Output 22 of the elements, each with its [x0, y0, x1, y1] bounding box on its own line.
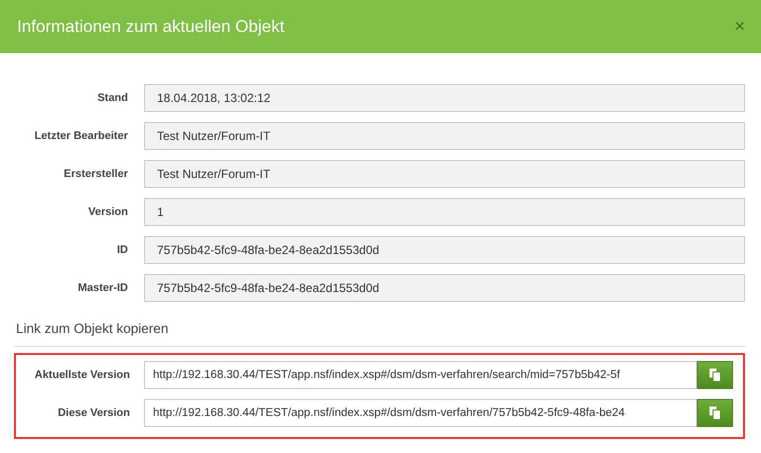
field-label: Erstersteller — [62, 168, 129, 180]
field-label: Master-ID — [76, 282, 129, 294]
text-field[interactable]: 18.04.2018, 13:02:12 — [144, 84, 745, 112]
field-label: ID — [116, 244, 129, 256]
text-field[interactable]: Test Nutzer/Forum-IT — [144, 160, 745, 188]
section-title: Link zum Objekt kopieren — [14, 321, 745, 347]
text-field[interactable]: Test Nutzer/Forum-IT — [144, 122, 745, 150]
copy-button[interactable] — [697, 399, 733, 427]
field-label: Version — [87, 206, 129, 218]
text-field[interactable]: 1 — [144, 198, 745, 226]
field-label: Letzter Bearbeiter — [33, 130, 129, 142]
copy-icon — [709, 368, 721, 382]
link-field[interactable]: http://192.168.30.44/TEST/app.nsf/index.xsp#/dsm/dsm-verfahren/search/mid=757b5b42-5f — [144, 361, 697, 389]
link-field[interactable]: http://192.168.30.44/TEST/app.nsf/index.xsp#/dsm/dsm-verfahren/757b5b42-5fc9-48fa-be24 — [144, 399, 697, 427]
text-field[interactable]: 757b5b42-5fc9-48fa-be24-8ea2d1553d0d — [144, 274, 745, 302]
text-field[interactable]: 757b5b42-5fc9-48fa-be24-8ea2d1553d0d — [144, 236, 745, 264]
field-label: Stand — [96, 92, 129, 104]
dialog-title: Informationen zum aktuellen Objekt — [17, 16, 284, 36]
field-label: Diese Version — [56, 407, 131, 419]
field-label: Aktuellste Version — [34, 369, 131, 381]
copy-button[interactable] — [697, 361, 733, 389]
copy-icon — [709, 406, 721, 420]
